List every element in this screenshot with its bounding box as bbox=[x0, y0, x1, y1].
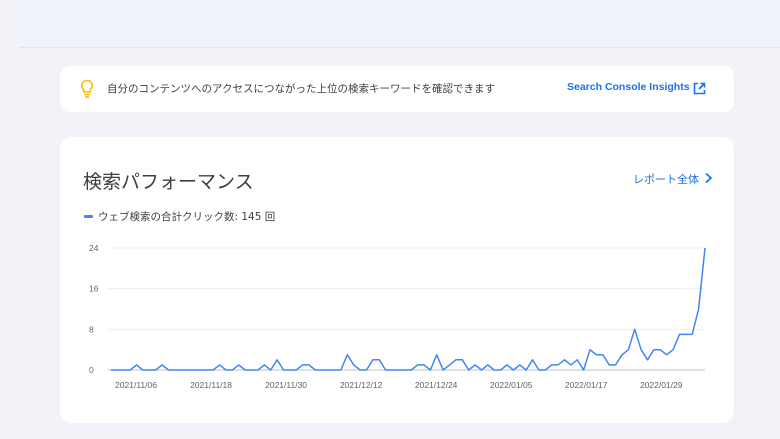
search-console-insights-link[interactable]: Search Console Insights bbox=[567, 81, 690, 93]
x-tick-label: 2021/11/18 bbox=[190, 380, 232, 390]
x-tick-label: 2021/11/30 bbox=[265, 380, 307, 390]
x-tick-label: 2022/01/29 bbox=[640, 380, 683, 390]
insight-banner: 自分のコンテンツへのアクセスにつながった上位の検索キーワードを確認できます Se… bbox=[60, 66, 734, 112]
x-tick-label: 2022/01/17 bbox=[565, 380, 608, 390]
clicks-line-chart: 0 8 16 24 2021/11/06 2021/11/18 2021/11/30 2021… bbox=[89, 243, 706, 390]
x-tick-label: 2021/12/12 bbox=[340, 380, 383, 390]
y-tick-label: 0 bbox=[89, 365, 94, 375]
series-line-clicks bbox=[111, 247, 706, 371]
x-tick-label: 2021/12/24 bbox=[415, 380, 458, 390]
lightbulb-icon bbox=[81, 79, 93, 98]
y-tick-label: 24 bbox=[89, 243, 99, 253]
top-band bbox=[20, 0, 780, 48]
y-tick-label: 8 bbox=[89, 324, 94, 334]
x-tick-label: 2021/11/06 bbox=[115, 380, 157, 390]
search-performance-card: 検索パフォーマンス レポート全体 ウェブ検索の合計クリック数: 145 回 08… bbox=[60, 137, 734, 423]
external-link-icon[interactable] bbox=[693, 82, 706, 95]
insight-message: 自分のコンテンツへのアクセスにつながった上位の検索キーワードを確認できます bbox=[107, 83, 495, 95]
x-tick-label: 2022/01/05 bbox=[490, 380, 533, 390]
y-tick-label: 16 bbox=[89, 284, 99, 294]
